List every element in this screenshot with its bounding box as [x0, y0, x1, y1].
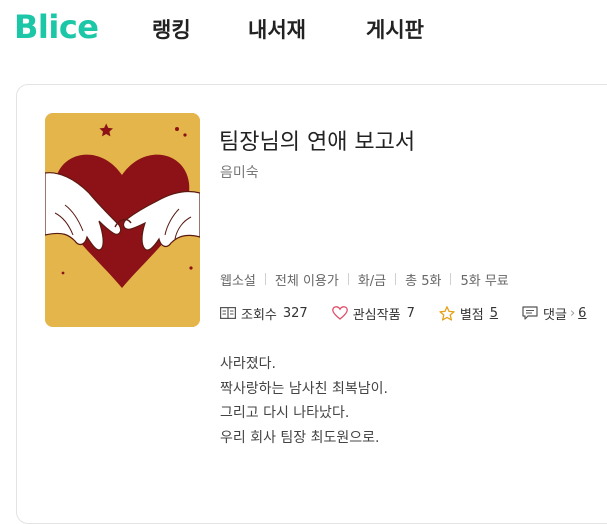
views-stat: 조회수 327: [220, 304, 308, 323]
synopsis-line: 짝사랑하는 남사친 최복남이.: [220, 380, 388, 397]
meta-total-episodes: 총 5화: [405, 273, 442, 289]
favorite-button[interactable]: 관심작품 7: [331, 304, 415, 323]
rating-label: 별점: [459, 307, 484, 323]
synopsis-line: 사라졌다.: [220, 356, 276, 372]
favorites-label: 관심작품: [352, 307, 401, 323]
book-stats: 조회수 327 관심작품 7 별점 5 댓글 › 6: [220, 302, 607, 324]
blice-logo[interactable]: Blice: [14, 8, 99, 46]
rating-button[interactable]: 별점 5: [439, 304, 498, 323]
book-cover-image: [45, 113, 200, 327]
book-author[interactable]: 음미숙: [220, 162, 259, 182]
book-open-icon: [220, 307, 236, 319]
book-title: 팀장님의 연애 보고서: [219, 130, 416, 155]
meta-age-rating: 전체 이용가: [274, 273, 339, 289]
synopsis-line: 우리 회사 팀장 최도원으로.: [220, 429, 380, 446]
synopsis-line: 그리고 다시 나타났다.: [220, 405, 350, 421]
top-navigation-bar: Blice 랭킹 내서재 게시판: [0, 0, 607, 60]
heart-outline-icon: [331, 306, 348, 320]
comment-icon: [522, 306, 538, 320]
nav-my-library[interactable]: 내서재: [248, 14, 306, 44]
meta-free-episodes: 5화 무료: [460, 273, 509, 289]
chevron-right-icon: ›: [569, 305, 576, 321]
meta-divider: [395, 273, 397, 285]
meta-schedule: 화/금: [357, 273, 387, 289]
comments-value[interactable]: 6: [578, 306, 586, 321]
comments-button[interactable]: 댓글 › 6: [522, 304, 586, 323]
meta-divider: [450, 273, 452, 285]
rating-value[interactable]: 5: [490, 306, 498, 321]
book-meta-info: 웹소설 전체 이용가 화/금 총 5화 5화 무료: [220, 268, 509, 290]
nav-board[interactable]: 게시판: [366, 14, 424, 44]
favorites-value: 7: [406, 305, 415, 321]
star-outline-icon: [439, 305, 455, 321]
views-label: 조회수: [241, 307, 277, 323]
views-value: 327: [282, 305, 308, 321]
comments-label: 댓글: [543, 307, 567, 323]
book-synopsis: 사라졌다. 짝사랑하는 남사친 최복남이. 그리고 다시 나타났다. 우리 회사…: [220, 352, 388, 450]
meta-divider: [347, 273, 349, 285]
meta-divider: [264, 273, 266, 285]
nav-ranking[interactable]: 랭킹: [152, 14, 191, 44]
meta-category: 웹소설: [220, 273, 256, 289]
